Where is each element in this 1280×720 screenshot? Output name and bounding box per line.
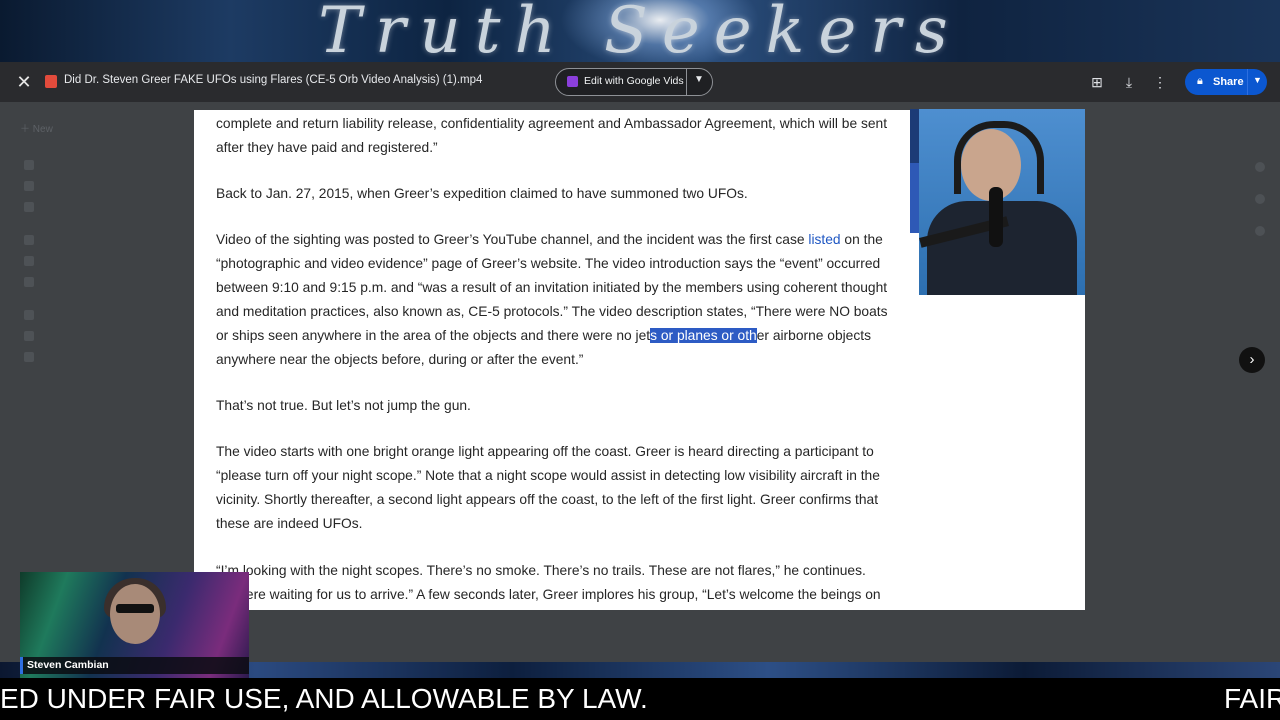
paragraph-video-starts: The video starts with one bright orange … bbox=[216, 440, 896, 536]
fair-use-ticker: ED UNDER FAIR USE, AND ALLOWABLE BY LAW.… bbox=[0, 678, 1280, 720]
channel-banner: Truth Seekers bbox=[0, 0, 1280, 62]
text-run: Video of the sighting was posted to Gree… bbox=[216, 232, 809, 247]
close-icon[interactable]: ✕ bbox=[14, 72, 34, 92]
text-line: Video of the sighting was posted to Gree… bbox=[216, 228, 896, 252]
edit-with-vids-button[interactable]: Edit with Google Vids ▼ bbox=[555, 68, 713, 96]
sidebar-item bbox=[24, 179, 46, 200]
sidebar-item bbox=[24, 275, 46, 296]
selected-text: s or planes or oth bbox=[650, 328, 757, 343]
vids-icon bbox=[567, 76, 578, 87]
new-label: New bbox=[32, 124, 53, 135]
share-label: Share bbox=[1213, 76, 1244, 88]
paragraph-not-true: That’s not true. But let’s not jump the … bbox=[216, 398, 471, 413]
text-line: and meditation practices, also known as,… bbox=[216, 304, 888, 319]
text-line: between 9:10 and 9:15 p.m. and “was a re… bbox=[216, 280, 888, 295]
text-line: “I’m looking with the night scopes. Ther… bbox=[216, 563, 866, 578]
text-line: “please turn off your night scope.” Note… bbox=[216, 468, 880, 483]
text-line: complete and return liability release, c… bbox=[216, 116, 888, 131]
guest-face bbox=[110, 584, 160, 644]
name-tag-accent bbox=[20, 657, 23, 674]
new-button: ＋ New bbox=[20, 124, 53, 135]
text-run: on the bbox=[840, 232, 883, 247]
paragraph-night-scopes: “I’m looking with the night scopes. Ther… bbox=[216, 559, 896, 607]
text-line: after they have paid and registered.” bbox=[216, 140, 438, 155]
button-divider bbox=[686, 69, 687, 95]
sidebar-item bbox=[24, 308, 46, 329]
ticker-text: FAIR bbox=[1224, 683, 1280, 714]
share-chevron-down-icon[interactable]: ▼ bbox=[1253, 75, 1262, 85]
sidebar-item bbox=[24, 329, 46, 350]
viewer-toolbar: ✕ Did Dr. Steven Greer FAKE UFOs using F… bbox=[0, 62, 1280, 102]
banner-title: Truth Seekers bbox=[318, 0, 962, 62]
paragraph-liability: complete and return liability release, c… bbox=[216, 112, 896, 160]
download-icon[interactable]: ⤓ bbox=[1119, 72, 1139, 92]
chevron-right-icon[interactable]: › bbox=[1239, 347, 1265, 373]
side-panel-icon bbox=[1255, 194, 1265, 204]
presenter-name: Steven Cambian bbox=[27, 659, 109, 671]
sidebar-item bbox=[24, 200, 46, 221]
file-title: Did Dr. Steven Greer FAKE UFOs using Fla… bbox=[64, 74, 483, 86]
paragraph-video-sighting: Video of the sighting was posted to Gree… bbox=[216, 228, 896, 372]
text-run: or ships seen anywhere in the area of th… bbox=[216, 328, 651, 343]
edit-with-vids-label: Edit with Google Vids bbox=[584, 75, 684, 87]
text-line: The video starts with one bright orange … bbox=[216, 444, 874, 459]
video-file-icon bbox=[45, 75, 57, 88]
side-panel-icon bbox=[1255, 162, 1265, 172]
text-line: or ships seen anywhere in the area of th… bbox=[216, 324, 896, 348]
text-line: “photographic and video evidence” page o… bbox=[216, 256, 881, 271]
sidebar-item bbox=[24, 158, 46, 179]
microphone bbox=[989, 187, 1003, 247]
text-line: vicinity. Shortly thereafter, a second l… bbox=[216, 492, 879, 507]
listed-link[interactable]: listed bbox=[808, 232, 840, 247]
sunglasses bbox=[116, 604, 154, 613]
text-line: anywhere near the objects before, during… bbox=[216, 352, 584, 367]
text-line: these are indeed UFOs. bbox=[216, 516, 363, 531]
text-line: “... were waiting for us to arrive.” A f… bbox=[216, 587, 881, 602]
sidebar-list bbox=[24, 158, 46, 371]
chevron-down-icon[interactable]: ▼ bbox=[694, 74, 704, 85]
lock-icon: 🔒︎ bbox=[1197, 75, 1203, 87]
share-button[interactable]: 🔒︎ Share ▼ bbox=[1185, 69, 1267, 95]
sidebar-item bbox=[24, 233, 46, 254]
button-divider bbox=[1247, 69, 1248, 95]
headphones bbox=[954, 121, 1044, 194]
ticker-text: ED UNDER FAIR USE, AND ALLOWABLE BY LAW. bbox=[0, 683, 648, 714]
more-vert-icon[interactable]: ⋮ bbox=[1150, 72, 1170, 92]
sidebar-item bbox=[24, 254, 46, 275]
paragraph-jan-27: Back to Jan. 27, 2015, when Greer’s expe… bbox=[216, 186, 748, 201]
text-run: er airborne objects bbox=[756, 328, 871, 343]
host-webcam bbox=[919, 109, 1085, 295]
presenter-name-tag: Steven Cambian bbox=[20, 657, 249, 674]
side-panel-icon bbox=[1255, 226, 1265, 236]
cam-edge bbox=[910, 163, 919, 233]
sidebar-item bbox=[24, 350, 46, 371]
add-comment-icon[interactable]: ⊞ bbox=[1087, 72, 1107, 92]
